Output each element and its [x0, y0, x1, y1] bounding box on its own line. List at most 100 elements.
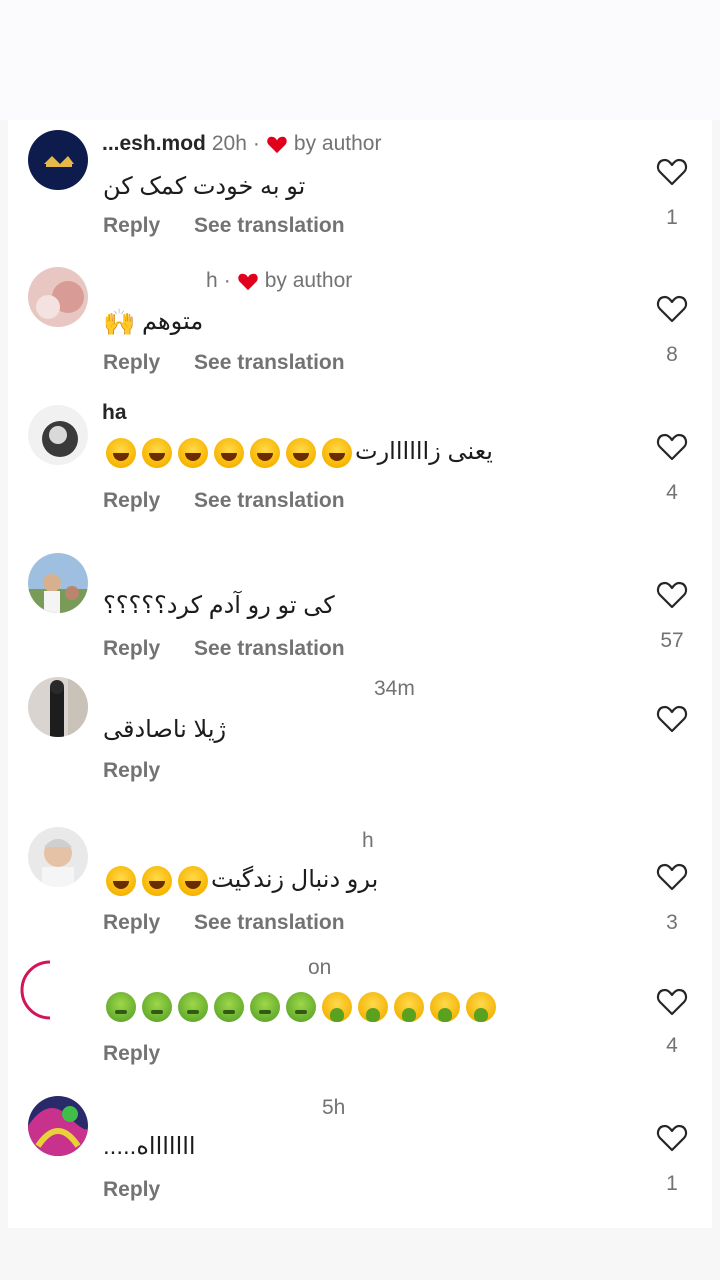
avatar[interactable]: [28, 130, 88, 190]
author-heart-icon: [267, 136, 287, 154]
comment-meta: ha: [102, 401, 127, 425]
vomiting-emoji: [430, 992, 460, 1022]
reply-button[interactable]: Reply: [103, 214, 160, 237]
like-heart-icon[interactable]: [656, 293, 688, 325]
like-count: 1: [666, 1172, 678, 1195]
nauseated-emoji: [142, 992, 172, 1022]
laughing-emoji: [286, 437, 316, 468]
timestamp: 34m: [374, 677, 415, 700]
like-heart-icon[interactable]: [656, 156, 688, 188]
comment-text: کی تو رو آدم کرد؟؟؟؟؟: [103, 592, 335, 619]
comment-meta: ...esh.mod 20h · by author: [102, 132, 381, 156]
nauseated-emoji: [178, 992, 208, 1022]
avatar[interactable]: [28, 827, 88, 887]
reply-button[interactable]: Reply: [103, 1178, 160, 1201]
timestamp: h: [362, 829, 374, 852]
see-translation-button[interactable]: See translation: [194, 911, 345, 934]
separator-dot: ·: [252, 132, 260, 155]
avatar[interactable]: [28, 553, 88, 613]
comment-actions: Reply See translation: [103, 351, 373, 375]
like-heart-icon[interactable]: [656, 703, 688, 735]
comment-text: اااااااه.....: [103, 1133, 196, 1160]
reply-button[interactable]: Reply: [103, 489, 160, 512]
laughing-emoji: [322, 437, 352, 468]
laughing-emoji: [106, 437, 136, 468]
laughing-emoji: [178, 865, 208, 896]
comment-actions: Reply: [103, 759, 188, 783]
username[interactable]: ...esh.mod: [102, 132, 206, 156]
comment-text-body: متوهم: [142, 308, 204, 335]
comment-text: تو به خودت کمک کن: [103, 173, 306, 200]
timestamp: h: [206, 269, 218, 292]
comment-actions: Reply See translation: [103, 637, 373, 661]
comment-meta: 34m: [374, 677, 415, 701]
like-count: 57: [660, 629, 684, 652]
see-translation-button[interactable]: See translation: [194, 351, 345, 374]
status-area: [0, 0, 720, 120]
comment-text: 🙌 متوهم: [103, 307, 203, 338]
reply-button[interactable]: Reply: [103, 911, 160, 934]
reply-button[interactable]: Reply: [103, 1042, 160, 1065]
avatar[interactable]: [20, 960, 80, 1020]
comment-meta: h: [362, 829, 374, 853]
see-translation-button[interactable]: See translation: [194, 489, 345, 512]
like-heart-icon[interactable]: [656, 579, 688, 611]
comment-meta: 5h: [322, 1096, 345, 1120]
comment-text: ژیلا ناصادقی: [103, 716, 227, 743]
comments-sheet: ...esh.mod 20h · by author تو به خودت کم…: [8, 120, 712, 1228]
avatar[interactable]: [28, 405, 88, 465]
comment-text-body: یعنی زاااااارت: [355, 438, 493, 465]
laughing-emoji: [178, 437, 208, 468]
timestamp: 5h: [322, 1096, 346, 1119]
nauseated-emoji: [286, 992, 316, 1022]
comment-actions: Reply See translation: [103, 911, 373, 935]
author-heart-icon: [237, 273, 258, 291]
like-count: 3: [666, 911, 678, 934]
comment-actions: Reply: [103, 1042, 188, 1066]
nauseated-emoji: [106, 992, 136, 1022]
laughing-emoji: [142, 865, 172, 896]
reply-button[interactable]: Reply: [103, 351, 160, 374]
vomiting-emoji: [394, 992, 424, 1022]
comment-text: [103, 992, 499, 1022]
by-author-label: by author: [293, 132, 382, 155]
like-heart-icon[interactable]: [656, 1122, 688, 1154]
comment-meta: on: [308, 956, 331, 980]
see-translation-button[interactable]: See translation: [194, 637, 345, 660]
reply-button[interactable]: Reply: [103, 637, 160, 660]
comment-text-body: برو دنبال زندگیت: [211, 866, 379, 893]
vomiting-emoji: [322, 992, 352, 1022]
comment-meta: h · by author: [206, 269, 352, 293]
raised-hands-emoji: 🙌: [103, 307, 136, 338]
laughing-emoji: [214, 437, 244, 468]
avatar[interactable]: [28, 267, 88, 327]
timestamp: on: [308, 956, 332, 979]
laughing-emoji: [142, 437, 172, 468]
avatar[interactable]: [28, 1096, 88, 1156]
like-heart-icon[interactable]: [656, 431, 688, 463]
like-heart-icon[interactable]: [656, 861, 688, 893]
like-count: 8: [666, 343, 678, 366]
comment-actions: Reply: [103, 1178, 188, 1202]
separator-dot: ·: [223, 269, 231, 292]
nauseated-emoji: [250, 992, 280, 1022]
vomiting-emoji: [358, 992, 388, 1022]
like-count: 4: [666, 481, 678, 504]
laughing-emoji: [250, 437, 280, 468]
comment-text: یعنی زاااااارت: [103, 437, 493, 468]
by-author-label: by author: [264, 269, 353, 292]
bottom-area: [0, 1228, 720, 1280]
reply-button[interactable]: Reply: [103, 759, 160, 782]
like-heart-icon[interactable]: [656, 986, 688, 1018]
like-count: 1: [666, 206, 678, 229]
vomiting-emoji: [466, 992, 496, 1022]
comment-actions: Reply See translation: [103, 214, 373, 238]
comment-actions: Reply See translation: [103, 489, 373, 513]
like-count: 4: [666, 1034, 678, 1057]
nauseated-emoji: [214, 992, 244, 1022]
comment-text: برو دنبال زندگیت: [103, 865, 378, 896]
avatar[interactable]: [28, 677, 88, 737]
username[interactable]: ha: [102, 401, 127, 425]
see-translation-button[interactable]: See translation: [194, 214, 345, 237]
laughing-emoji: [106, 865, 136, 896]
